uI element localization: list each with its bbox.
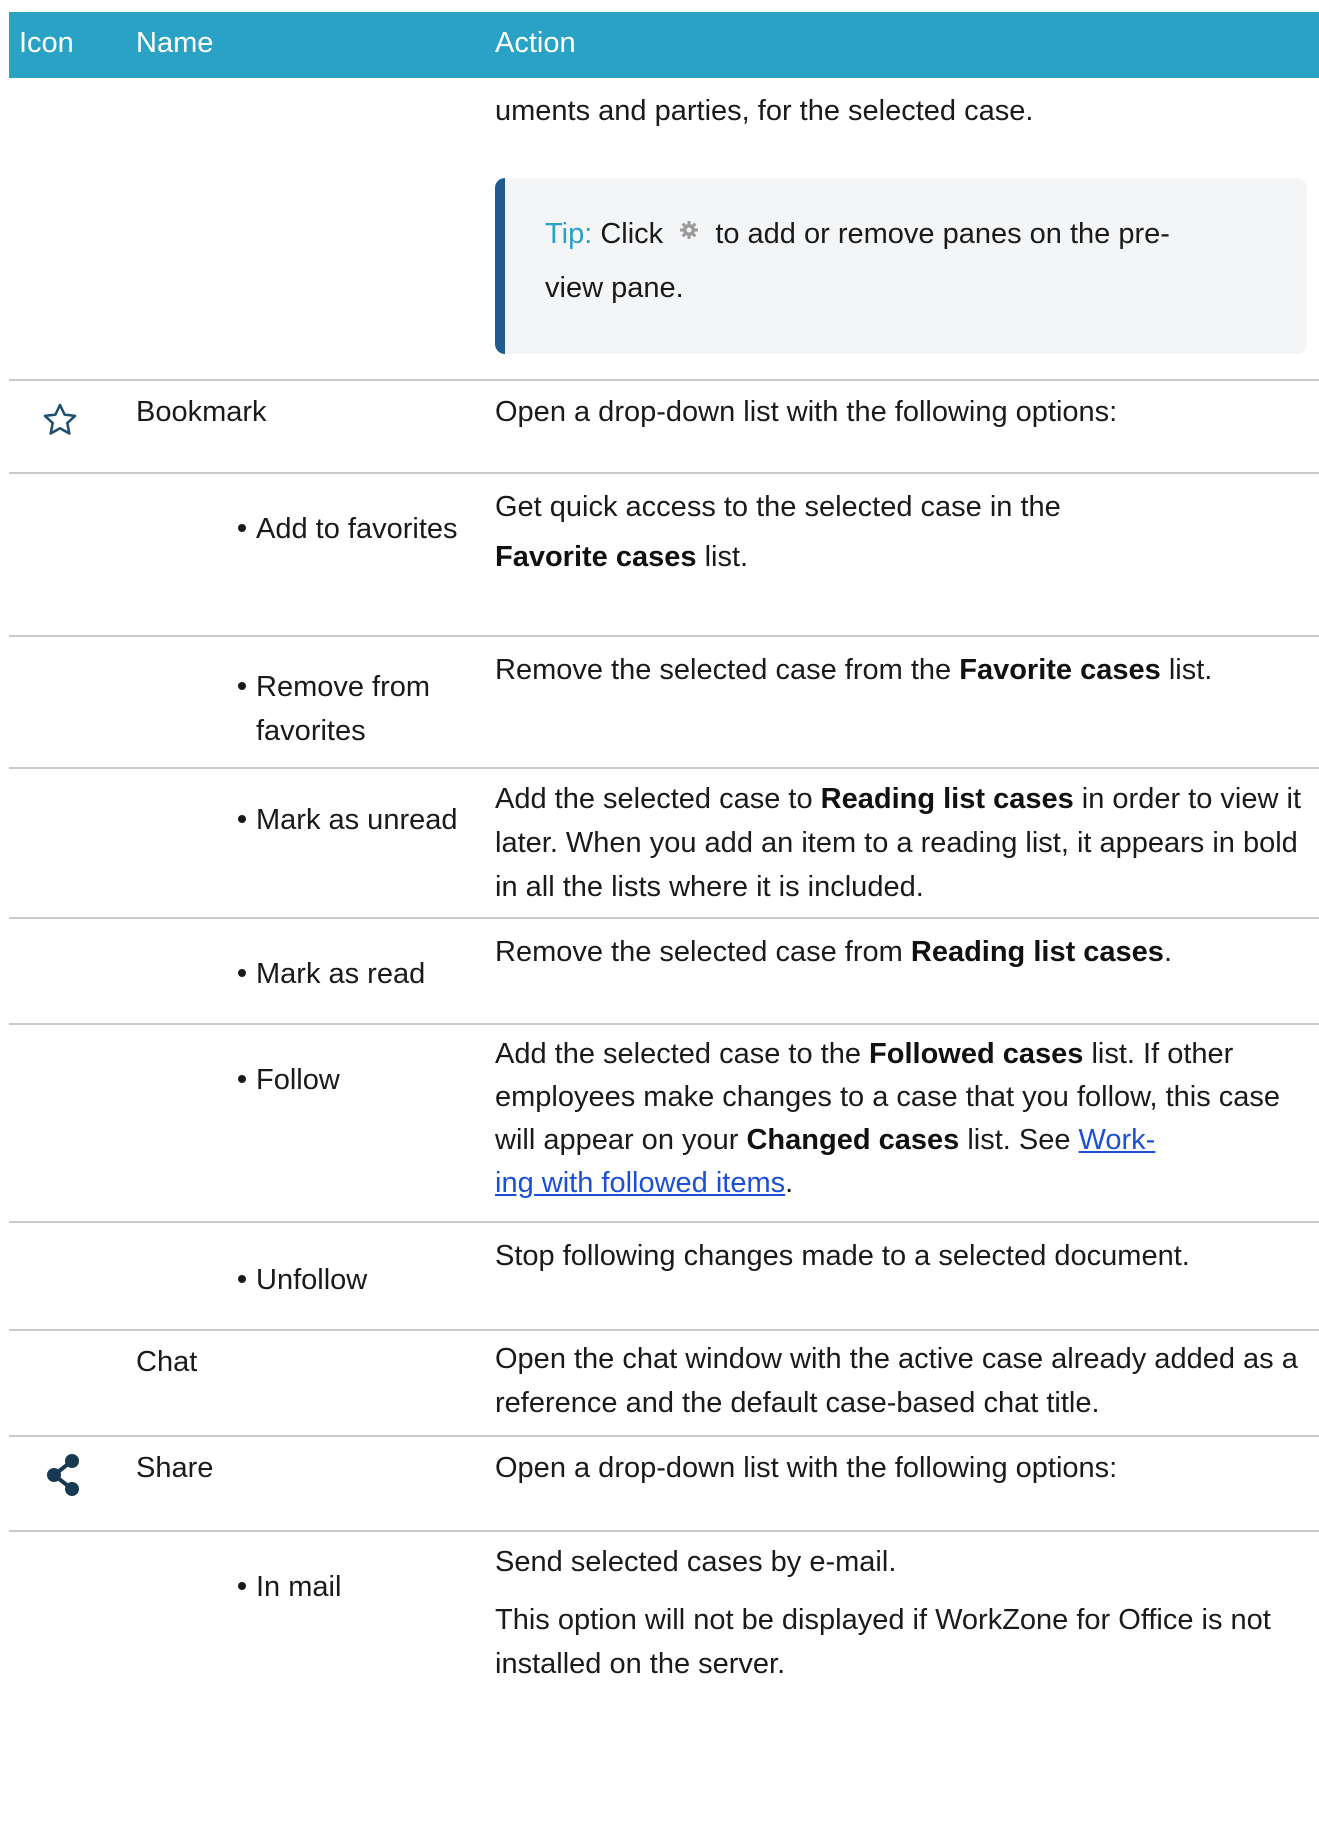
table-row-follow: Follow Add the selected case to the Foll…: [9, 1025, 1319, 1223]
commands-table: Icon Name Action uments and parties, for…: [9, 12, 1319, 1692]
table-row-in-mail: In mail Send selected cases by e-mail. T…: [9, 1532, 1319, 1692]
bullet: [238, 1075, 246, 1084]
table-row-bookmark: Bookmark Open a drop-down list with the …: [9, 381, 1319, 474]
option-action: Send selected cases by e-mail. This opti…: [495, 1546, 1271, 1680]
bullet: [238, 682, 246, 691]
command-action: Open a drop-down list with the following…: [495, 1452, 1118, 1484]
option-name: Mark as read: [238, 949, 488, 999]
action-text: uments and parties, for the selected cas…: [495, 95, 1034, 127]
tip-label: Tip:: [545, 218, 593, 250]
command-name: Share: [136, 1452, 214, 1484]
option-action: Add the selected case to the Followed ca…: [495, 1038, 1281, 1199]
option-action: Add the selected case to Reading list ca…: [495, 783, 1301, 903]
command-action: Open a drop-down list with the following…: [495, 396, 1118, 428]
bullet: [238, 969, 246, 978]
bullet: [238, 1275, 246, 1284]
header-icon: Icon: [19, 27, 74, 59]
header-action: Action: [495, 27, 576, 59]
table-row-unfollow: Unfollow Stop following changes made to …: [9, 1223, 1319, 1331]
option-name: Remove from favorites: [238, 665, 488, 753]
option-action: Remove the selected case from Reading li…: [495, 936, 1172, 968]
gear-icon[interactable]: [679, 205, 699, 258]
option-action: Stop following changes made to a selecte…: [495, 1240, 1190, 1272]
table-row-add-to-favorites: Add to favorites Get quick access to the…: [9, 474, 1319, 637]
table-header: Icon Name Action: [9, 12, 1319, 78]
option-action: Remove the selected case from the Favori…: [495, 654, 1213, 686]
option-name: Unfollow: [238, 1255, 488, 1305]
table-row-share: Share Open a drop-down list with the fol…: [9, 1437, 1319, 1532]
table-row-mark-as-unread: Mark as unread Add the selected case to …: [9, 769, 1319, 919]
command-name: Bookmark: [136, 396, 267, 428]
tip-text-post: to add or remove panes on the pre-: [715, 218, 1170, 250]
option-name: Follow: [238, 1055, 488, 1105]
table-row-chat: Chat Open the chat window with the activ…: [9, 1331, 1319, 1437]
bullet: [238, 524, 246, 533]
tip-text-pre: Click: [600, 218, 664, 250]
command-action: Open the chat window with the active cas…: [495, 1343, 1298, 1419]
option-name: Add to favorites: [238, 504, 488, 554]
tip-text-post-2: view pane.: [545, 271, 684, 304]
command-name: Chat: [136, 1346, 198, 1378]
option-name: Mark as unread: [238, 795, 488, 845]
table-row-mark-as-read: Mark as read Remove the selected case fr…: [9, 919, 1319, 1025]
option-action: Get quick access to the selected case in…: [495, 491, 1061, 573]
bullet: [238, 815, 246, 824]
option-name: In mail: [238, 1562, 488, 1612]
table-row: uments and parties, for the selected cas…: [9, 78, 1319, 381]
header-name: Name: [136, 27, 214, 59]
table-row-remove-from-favorites: Remove from favorites Remove the selecte…: [9, 637, 1319, 769]
tip-box: Tip: Click to add or remove panes on the…: [495, 178, 1307, 354]
bullet: [238, 1582, 246, 1591]
